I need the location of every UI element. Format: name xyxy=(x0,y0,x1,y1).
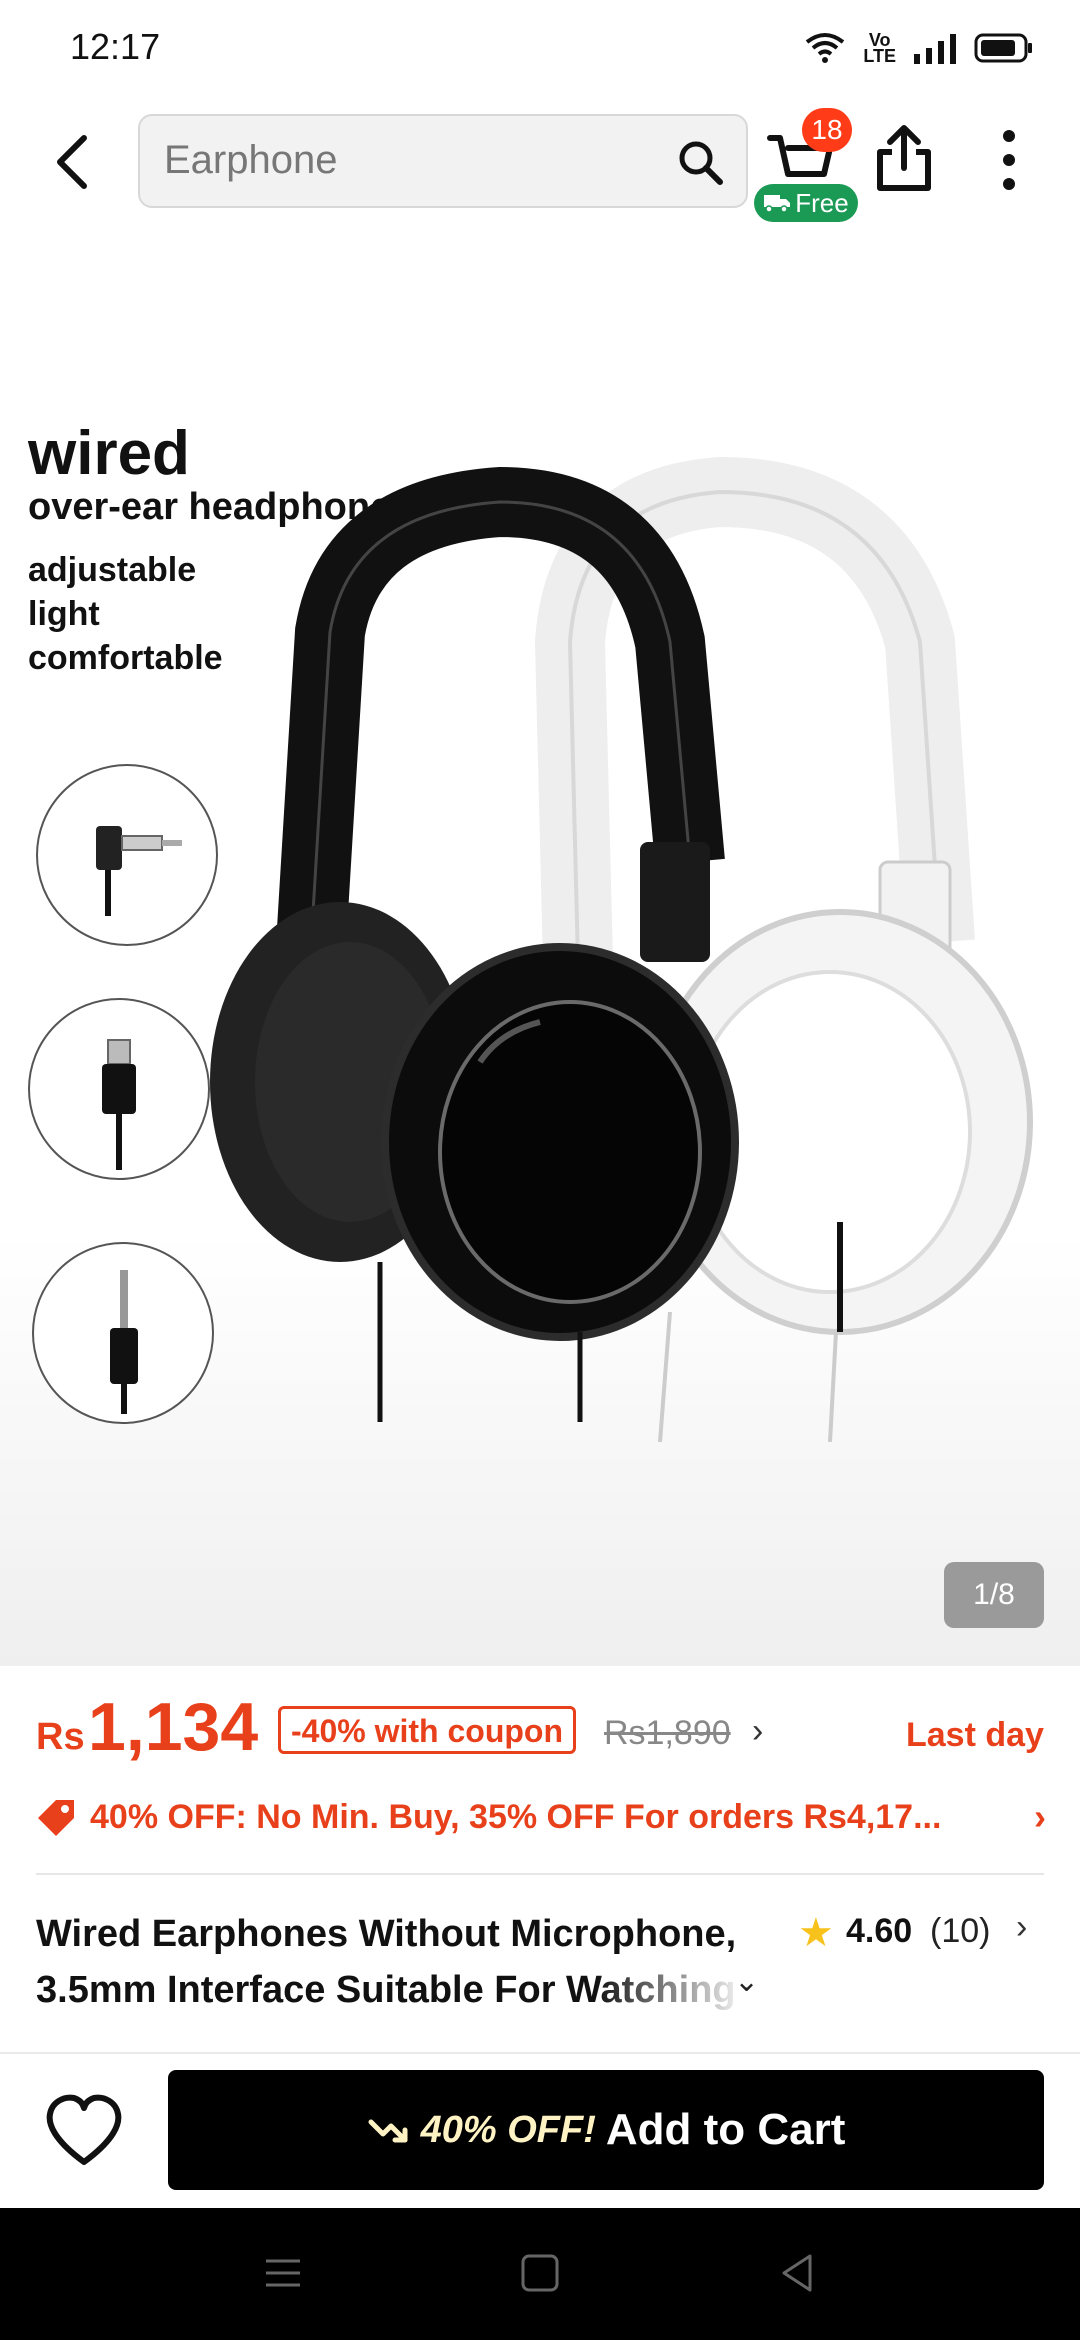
share-icon xyxy=(877,125,931,191)
rating-value[interactable]: 4.60 xyxy=(846,1912,912,1951)
product-image-carousel[interactable]: wired over-ear headphones adjustable lig… xyxy=(0,222,1080,1666)
price-details-arrow-icon[interactable]: › xyxy=(752,1712,763,1751)
headphones-illustration xyxy=(210,456,1033,1442)
divider xyxy=(36,1873,1044,1875)
add-to-cart-promo: 40% OFF! xyxy=(420,2108,596,2151)
more-dot xyxy=(1003,154,1015,166)
free-label: Free xyxy=(795,188,849,218)
trend-down-icon xyxy=(368,2119,408,2143)
chevron-left-icon xyxy=(57,135,87,189)
image-counter: 1/8 xyxy=(944,1562,1044,1628)
back-triangle-icon[interactable] xyxy=(772,2248,822,2298)
more-dot xyxy=(1003,130,1015,142)
promo-arrow-icon: › xyxy=(1034,1796,1046,1837)
heart-icon xyxy=(46,2094,122,2165)
wifi-icon xyxy=(806,33,845,63)
cart-button[interactable]: 18 Free xyxy=(754,108,860,222)
image-headline: wired xyxy=(28,419,190,488)
wishlist-button[interactable] xyxy=(44,2092,124,2168)
review-count[interactable]: (10) xyxy=(930,1912,990,1951)
truck-icon xyxy=(764,195,791,213)
battery-icon xyxy=(974,33,1032,63)
search-input[interactable]: Earphone xyxy=(138,114,748,208)
signal-icon xyxy=(914,34,956,64)
price-current: 1,134 xyxy=(88,1689,259,1765)
add-to-cart-label: Add to Cart xyxy=(605,2105,846,2154)
more-dot xyxy=(1003,178,1015,190)
connector-usb-c-image xyxy=(28,998,210,1180)
status-icons: Vo LTE xyxy=(805,28,1034,68)
add-to-cart-button[interactable]: 40% OFF! Add to Cart xyxy=(168,2070,1044,2190)
star-icon: ★ xyxy=(798,1911,834,1955)
promo-row[interactable]: 40% OFF: No Min. Buy, 35% OFF For orders… xyxy=(36,1792,1046,1842)
coupon-badge[interactable]: -40% with coupon xyxy=(278,1706,576,1754)
search-placeholder: Earphone xyxy=(164,138,338,182)
connector-3.5mm-straight-image xyxy=(32,1242,214,1424)
menu-icon[interactable] xyxy=(258,2248,308,2298)
share-button[interactable] xyxy=(874,124,938,196)
home-icon[interactable] xyxy=(515,2248,565,2298)
price-currency: Rs xyxy=(36,1716,85,1758)
cart-count-badge: 18 xyxy=(802,108,852,152)
free-shipping-badge: Free xyxy=(754,184,858,222)
image-features: adjustable light comfortable xyxy=(28,551,223,677)
volte-icon: Vo LTE xyxy=(863,30,896,66)
connector-3.5mm-angled-image xyxy=(36,764,218,946)
system-nav-bar xyxy=(0,2208,1080,2340)
search-icon[interactable] xyxy=(676,138,724,186)
product-title[interactable]: Wired Earphones Without Microphone, 3.5m… xyxy=(36,1906,796,2018)
more-options-button[interactable] xyxy=(986,124,1032,196)
tag-icon xyxy=(38,1800,74,1836)
deadline-label: Last day xyxy=(906,1716,1044,1754)
status-time: 12:17 xyxy=(70,26,161,67)
reviews-arrow-icon[interactable]: › xyxy=(1016,1908,1027,1947)
price-original: Rs1,890 xyxy=(604,1714,731,1752)
expand-title-chevron-down-icon[interactable]: ⌄ xyxy=(734,1964,759,1999)
back-button[interactable] xyxy=(42,128,102,196)
promo-text: 40% OFF: No Min. Buy, 35% OFF For orders… xyxy=(90,1797,942,1836)
